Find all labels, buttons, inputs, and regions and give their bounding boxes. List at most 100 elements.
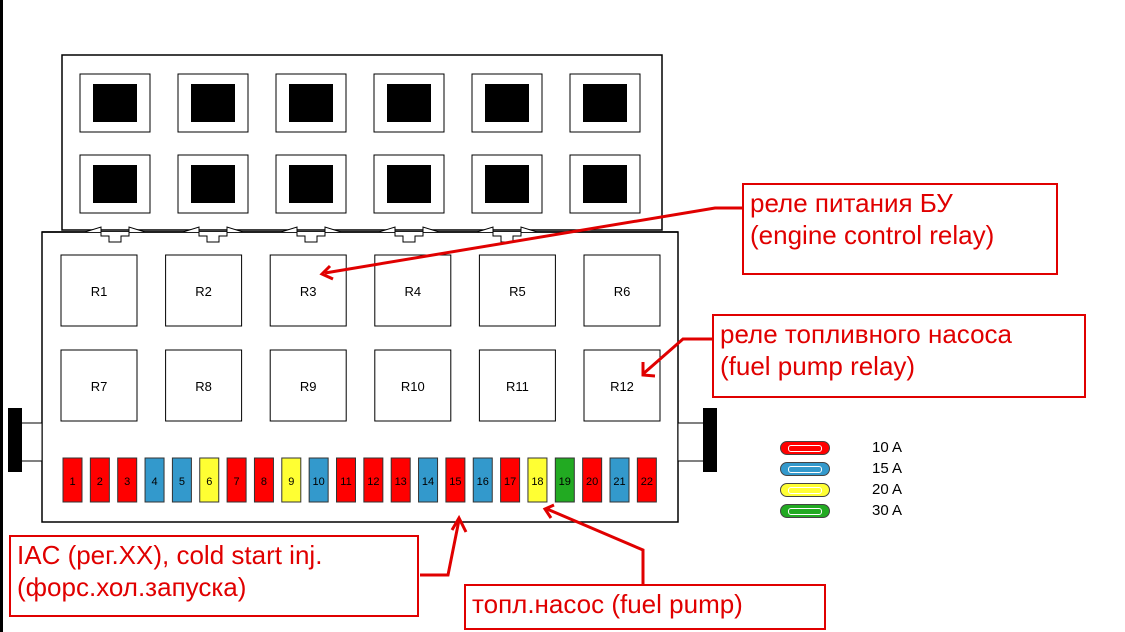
engine-relay-annotation-line2: (engine control relay)	[750, 220, 995, 250]
fuse-22: 22	[636, 457, 657, 503]
fuse-9: 9	[281, 457, 302, 503]
fuse-label: 6	[206, 476, 212, 488]
relay-r7: R7	[60, 349, 138, 422]
relay-r9: R9	[269, 349, 347, 422]
fuse-17: 17	[500, 457, 521, 503]
fuse-label: 14	[422, 476, 434, 488]
relay-label: R2	[195, 284, 212, 299]
upper-relay-socket	[373, 154, 445, 214]
fuse-18: 18	[527, 457, 548, 503]
relay-r8: R8	[165, 349, 243, 422]
fuse-label: 19	[559, 476, 571, 488]
legend-fuse-swatch	[780, 462, 830, 476]
fuse-label: 10	[313, 476, 325, 488]
fuse-label: 15	[449, 476, 461, 488]
fuse-label: 9	[288, 476, 294, 488]
fuse-5: 5	[171, 457, 192, 503]
fuse-2: 2	[89, 457, 110, 503]
upper-relay-socket	[275, 73, 347, 133]
fuse-label: 1	[69, 476, 75, 488]
upper-relay-socket	[79, 73, 151, 133]
fuse-label: 7	[234, 476, 240, 488]
legend-item: 20 A	[780, 481, 940, 501]
iac-annotation: IAC (рег.XX), cold start inj. (форс.хол.…	[9, 535, 419, 617]
fuse-14: 14	[418, 457, 439, 503]
fuse-20: 20	[582, 457, 603, 503]
fuel-pump-relay-annotation-line1: реле топливного насоса	[720, 319, 1013, 349]
fuse-label: 4	[151, 476, 157, 488]
iac-annotation-line1: IAC (рег.XX), cold start inj.	[17, 540, 323, 570]
upper-relay-socket	[177, 73, 249, 133]
page-border-left	[0, 0, 3, 632]
relay-r12: R12	[583, 349, 661, 422]
fuse-label: 13	[395, 476, 407, 488]
fuel-pump-relay-annotation-line2: (fuel pump relay)	[720, 351, 916, 381]
relay-r4: R4	[374, 254, 452, 327]
upper-relay-socket	[569, 73, 641, 133]
legend-item: 15 A	[780, 460, 940, 480]
fuse-label: 17	[504, 476, 516, 488]
relay-label: R10	[401, 379, 425, 394]
fuse-21: 21	[609, 457, 630, 503]
fuse-19: 19	[554, 457, 575, 503]
fuse-3: 3	[117, 457, 138, 503]
fuse-label: 11	[340, 476, 351, 488]
upper-relay-socket	[569, 154, 641, 214]
relay-r10: R10	[374, 349, 452, 422]
engine-relay-annotation-line1: реле питания БУ	[750, 188, 953, 218]
fuse-label: 3	[124, 476, 130, 488]
upper-relay-socket	[373, 73, 445, 133]
relay-r1: R1	[60, 254, 138, 327]
fuse-8: 8	[253, 457, 274, 503]
fuse-4: 4	[144, 457, 165, 503]
fuse-6: 6	[199, 457, 220, 503]
fuse-label: 12	[367, 476, 379, 488]
right-mount-tab	[703, 408, 717, 472]
relay-label: R5	[509, 284, 526, 299]
relay-r5: R5	[478, 254, 556, 327]
fuse-label: 5	[179, 476, 185, 488]
relay-r3: R3	[269, 254, 347, 327]
fuse-label: 16	[477, 476, 489, 488]
engine-relay-annotation: реле питания БУ (engine control relay)	[742, 183, 1058, 275]
fuse-11: 11	[336, 457, 356, 503]
fuse-label: 22	[641, 476, 653, 488]
upper-relay-block	[61, 54, 663, 231]
relay-label: R11	[506, 379, 529, 394]
relay-r11: R11	[478, 349, 556, 422]
relay-r2: R2	[165, 254, 243, 327]
fuel-pump-relay-annotation: реле топливного насоса (fuel pump relay)	[712, 314, 1086, 398]
upper-relay-socket	[79, 154, 151, 214]
fuse-10: 10	[308, 457, 329, 503]
fuse-label: 8	[261, 476, 267, 488]
iac-annotation-line2: (форс.хол.запуска)	[17, 572, 247, 602]
legend-fuse-swatch	[780, 441, 830, 455]
fuse-label: 18	[531, 476, 543, 488]
legend-label: 20 A	[872, 481, 903, 498]
relay-label: R6	[614, 284, 631, 299]
fuse-label: 20	[586, 476, 598, 488]
legend-item: 10 A	[780, 439, 940, 459]
legend-label: 30 A	[872, 502, 903, 519]
fuse-1: 1	[62, 457, 83, 503]
fuse-7: 7	[226, 457, 247, 503]
upper-relay-socket	[275, 154, 347, 214]
upper-relay-socket	[177, 154, 249, 214]
fuse-label: 2	[97, 476, 103, 488]
fuel-pump-annotation: топл.насос (fuel pump)	[464, 584, 826, 630]
relay-label: R8	[195, 379, 212, 394]
left-mount-tab	[8, 408, 22, 472]
fuse-12: 12	[363, 457, 384, 503]
relay-r6: R6	[583, 254, 661, 327]
legend-label: 15 A	[872, 460, 903, 477]
fuel-pump-annotation-line1: топл.насос (fuel pump)	[472, 589, 743, 619]
upper-relay-socket	[471, 154, 543, 214]
legend-label: 10 A	[872, 439, 903, 456]
relay-label: R4	[404, 284, 421, 299]
relay-label: R3	[300, 284, 317, 299]
relay-label: R7	[91, 379, 108, 394]
relay-label: R1	[91, 284, 108, 299]
legend-item: 30 A	[780, 502, 940, 522]
upper-relay-socket	[471, 73, 543, 133]
relay-label: R9	[300, 379, 317, 394]
